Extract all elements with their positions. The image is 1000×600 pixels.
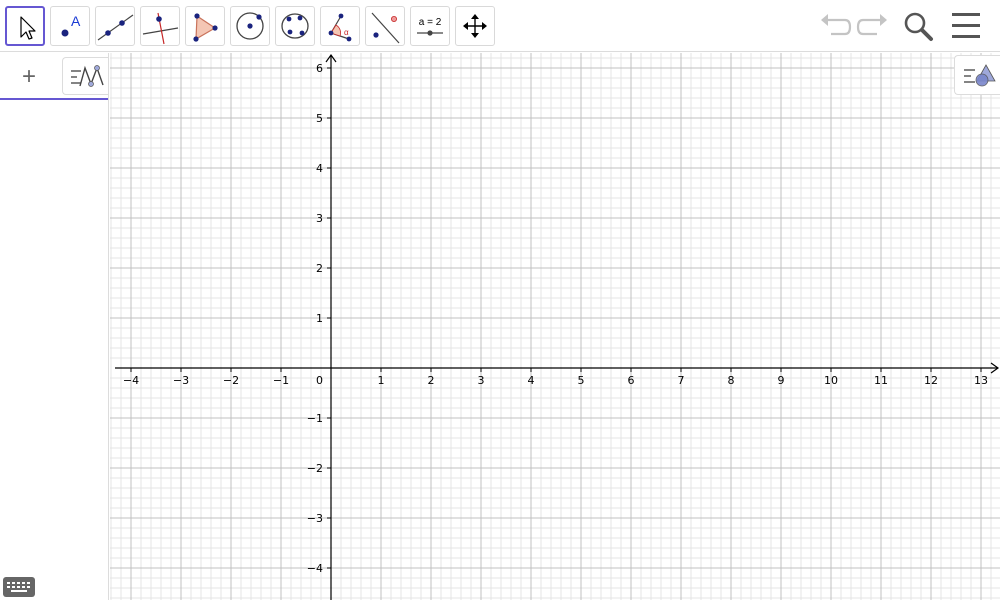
x-tick-label: 6 [628,374,635,387]
circle-tool-button[interactable] [230,6,270,46]
perpendicular-line-icon [142,12,179,45]
slider-tool-button[interactable]: a = 2 [410,6,450,46]
hamburger-menu-icon [952,13,980,38]
x-tick-label: 7 [678,374,685,387]
conic-tool-button[interactable] [275,6,315,46]
coordinate-grid[interactable]: −4 −3 −2 −1 1 2 3 4 5 6 7 8 9 10 11 12 13654321−1−2−3−40 [110,53,1000,600]
x-tick-label: 12 [924,374,938,387]
redo-icon [856,14,887,36]
point-tool-button[interactable]: A [50,6,90,46]
keyboard-icon [7,582,30,592]
algebra-input-row[interactable]: + [0,53,108,100]
search-button[interactable] [898,6,938,46]
y-tick-label: −2 [307,462,323,475]
ellipse-through-points-icon [281,13,309,39]
y-tick-label: −3 [307,512,323,525]
graphics-style-bar-button[interactable] [954,55,1000,95]
polygon-icon [193,13,218,42]
virtual-keyboard-button[interactable] [3,577,35,597]
reflect-tool-button[interactable] [365,6,405,46]
x-tick-label: −4 [123,374,139,387]
undo-icon [821,14,852,36]
y-tick-label: −4 [307,562,323,575]
toolbar: A α a = 2 [0,0,1000,52]
geogebra-app: A α a = 2 + −4 −3 −2 −1 1 2 3 4 5 6 7 8 … [0,0,1000,600]
angle-tool-button[interactable]: α [320,6,360,46]
graphics-view[interactable]: −4 −3 −2 −1 1 2 3 4 5 6 7 8 9 10 11 12 13 6 5 4 3 2 1 −1 −2 −3 −4 0 [110,53,1000,600]
y-tick-label: 5 [316,112,323,125]
slider-icon: a = 2 [417,17,443,36]
point-icon: A [61,13,81,37]
undo-button[interactable] [815,6,855,46]
perpendicular-line-tool-button[interactable] [140,6,180,46]
x-tick-label: 2 [428,374,435,387]
x-tick-label: 1 [378,374,385,387]
y-tick-label: 6 [316,62,323,75]
circle-with-center-icon [236,12,264,40]
x-tick-label: 3 [478,374,485,387]
main-menu-button[interactable] [946,6,986,46]
graphics-style-bar-icon [964,64,996,87]
origin-label: 0 [316,374,323,387]
reflect-about-line-icon [371,12,400,44]
x-tick-label: 8 [728,374,735,387]
y-tick-label: 2 [316,262,323,275]
move-graphics-view-tool-button[interactable] [455,6,495,46]
x-tick-label: 10 [824,374,838,387]
y-tick-label: −1 [307,412,323,425]
y-tick-label: 3 [316,212,323,225]
cursor-arrow-icon [20,16,36,40]
move-tool-button[interactable] [5,6,45,46]
x-tick-label: 13 [974,374,988,387]
move-arrows-icon [463,14,487,38]
x-tick-label: −2 [223,374,239,387]
x-tick-label: 9 [778,374,785,387]
redo-button[interactable] [853,6,893,46]
point-tool-glyph: A [71,13,81,29]
line-tool-button[interactable] [95,6,135,46]
algebra-menu-icon [71,65,104,87]
x-tick-label: 5 [578,374,585,387]
x-tick-label: −3 [173,374,189,387]
x-tick-label: 4 [528,374,535,387]
algebra-menu-button[interactable] [62,57,108,95]
angle-tool-glyph: α [344,28,349,37]
y-tick-label: 1 [316,312,323,325]
angle-icon: α [328,13,352,42]
y-tick-label: 4 [316,162,323,175]
line-through-points-icon [97,14,134,41]
x-tick-label: −1 [273,374,289,387]
search-icon [904,12,933,41]
slider-tool-label: a = 2 [419,17,442,28]
polygon-tool-button[interactable] [185,6,225,46]
algebra-view: + [0,53,109,600]
add-item-button[interactable]: + [12,61,46,93]
x-tick-label: 11 [874,374,888,387]
